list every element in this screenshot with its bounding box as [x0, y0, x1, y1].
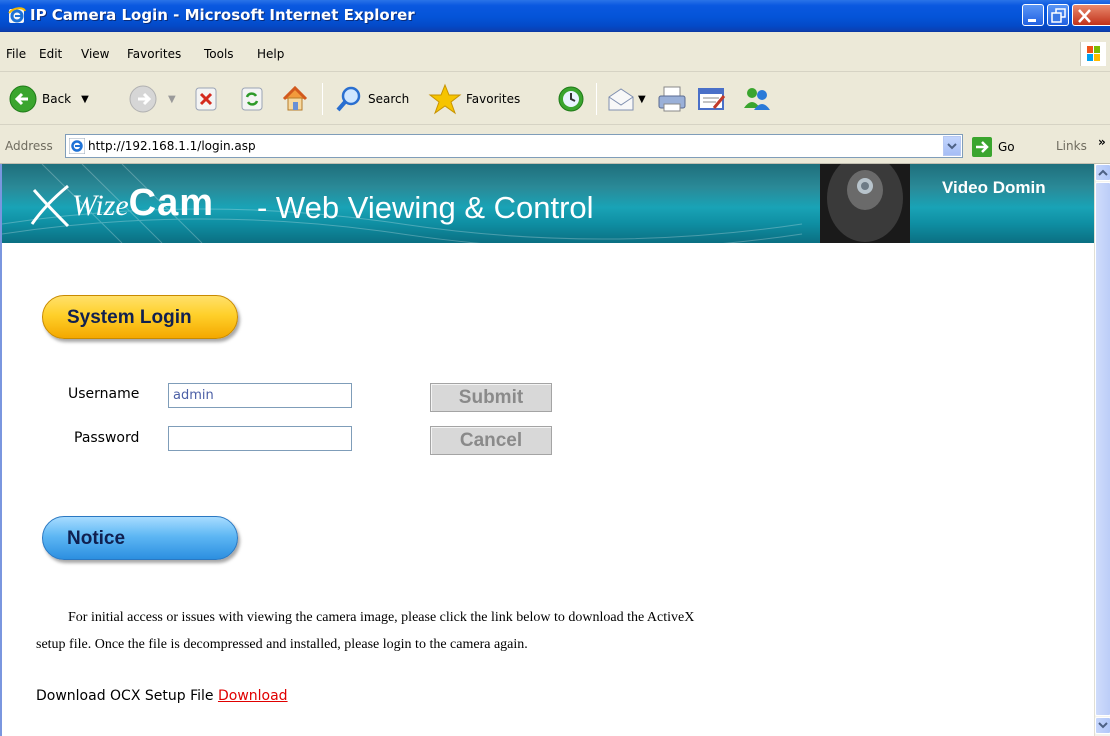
print-button[interactable]	[656, 81, 688, 117]
chevron-down-icon	[947, 143, 957, 150]
messenger-button[interactable]	[740, 81, 774, 117]
links-chevron-icon[interactable]: »	[1098, 135, 1106, 149]
notice-text-line-1: For initial access or issues with viewin…	[68, 610, 695, 625]
menu-edit[interactable]: Edit	[39, 47, 62, 61]
close-icon	[1078, 9, 1091, 23]
history-button[interactable]	[556, 81, 586, 117]
password-label: Password	[74, 430, 140, 446]
search-label: Search	[368, 92, 410, 106]
maximize-button[interactable]	[1047, 4, 1069, 26]
favorites-button[interactable]: Favorites	[428, 81, 520, 117]
menu-file[interactable]: File	[6, 47, 26, 61]
print-icon	[658, 86, 686, 112]
camera-image	[820, 164, 910, 243]
toolbar: Back ▼ ▼ Search Favorites ▼	[0, 73, 1110, 125]
search-button[interactable]: Search	[334, 81, 409, 117]
menu-tools[interactable]: Tools	[204, 47, 234, 61]
home-icon	[282, 85, 308, 111]
menu-view[interactable]: View	[81, 47, 109, 61]
forward-icon	[129, 85, 157, 113]
windows-logo-icon	[1080, 42, 1106, 66]
banner-right-text: Video Domin	[942, 178, 1046, 197]
edit-icon	[698, 88, 726, 110]
logo-x-icon	[30, 184, 70, 228]
cancel-button[interactable]: Cancel	[430, 426, 552, 455]
messenger-icon	[744, 88, 770, 110]
username-label: Username	[68, 386, 140, 402]
address-label: Address	[5, 139, 53, 153]
history-icon	[558, 86, 584, 112]
mail-icon	[608, 88, 634, 111]
menu-help[interactable]: Help	[257, 47, 284, 61]
menu-favorites[interactable]: Favorites	[127, 47, 181, 61]
minimize-icon	[1028, 19, 1036, 22]
minimize-button[interactable]	[1022, 4, 1044, 26]
edit-button[interactable]	[696, 81, 728, 117]
download-prefix: Download OCX Setup File	[36, 688, 214, 704]
mail-button[interactable]: ▼	[606, 81, 646, 117]
favorites-star-icon	[428, 83, 462, 115]
address-input[interactable]: http://192.168.1.1/login.asp	[65, 134, 963, 158]
home-button[interactable]	[280, 81, 310, 117]
chevron-up-icon	[1098, 169, 1108, 176]
brand-main: Cam	[128, 182, 215, 224]
links-label[interactable]: Links	[1056, 139, 1087, 153]
mail-dropdown-icon[interactable]: ▼	[638, 94, 646, 105]
page-content: WizeCam - Web Viewing & Control Video Do…	[0, 164, 1094, 736]
vertical-scrollbar[interactable]	[1094, 164, 1110, 736]
ie-icon	[8, 7, 26, 23]
notice-heading: Notice	[42, 516, 238, 560]
scroll-down-button[interactable]	[1095, 717, 1110, 734]
banner-title: - Web Viewing & Control	[257, 190, 594, 225]
favorites-label: Favorites	[466, 92, 521, 106]
password-input[interactable]	[168, 426, 352, 451]
forward-button[interactable]: ▼	[128, 81, 176, 117]
go-label: Go	[998, 140, 1015, 154]
maximize-icon	[1051, 8, 1066, 23]
download-link[interactable]: Download	[218, 688, 288, 704]
back-icon	[9, 85, 37, 113]
page-ie-icon	[69, 138, 85, 154]
chevron-down-icon	[1098, 722, 1108, 729]
go-button[interactable]: Go	[972, 136, 1015, 158]
back-dropdown-icon[interactable]: ▼	[81, 94, 89, 105]
submit-button[interactable]: Submit	[430, 383, 552, 412]
notice-text-line-2: setup file. Once the file is decompresse…	[36, 637, 528, 652]
download-line: Download OCX Setup File Download	[36, 688, 288, 704]
toolbar-separator	[322, 83, 323, 115]
back-button[interactable]: Back ▼	[8, 81, 89, 117]
brand-prefix: Wize	[72, 189, 129, 222]
menu-bar: File Edit View Favorites Tools Help	[0, 32, 1110, 72]
address-url: http://192.168.1.1/login.asp	[88, 139, 256, 153]
address-bar: Address http://192.168.1.1/login.asp Go …	[0, 127, 1110, 164]
address-dropdown-button[interactable]	[943, 136, 961, 156]
window-title: IP Camera Login - Microsoft Internet Exp…	[30, 6, 415, 24]
title-bar: IP Camera Login - Microsoft Internet Exp…	[0, 0, 1110, 32]
forward-dropdown-icon[interactable]: ▼	[168, 94, 176, 105]
refresh-button[interactable]	[238, 81, 266, 117]
refresh-icon	[241, 87, 263, 111]
username-input[interactable]	[168, 383, 352, 408]
scroll-thumb[interactable]	[1095, 182, 1110, 716]
go-arrow-icon	[972, 137, 992, 157]
back-label: Back	[42, 92, 72, 106]
system-login-heading: System Login	[42, 295, 238, 339]
brand-logo: WizeCam	[72, 182, 214, 225]
stop-icon	[195, 87, 217, 111]
close-button[interactable]	[1072, 4, 1110, 26]
stop-button[interactable]	[192, 81, 220, 117]
search-icon	[336, 86, 361, 112]
toolbar-separator	[596, 83, 597, 115]
header-banner: WizeCam - Web Viewing & Control Video Do…	[2, 164, 1094, 243]
scroll-up-button[interactable]	[1095, 164, 1110, 181]
